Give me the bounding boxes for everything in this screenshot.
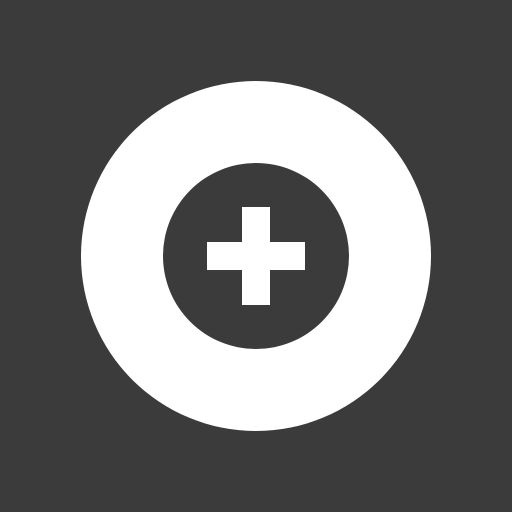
add-icon[interactable] — [0, 0, 512, 512]
app-icon-canvas — [0, 0, 512, 512]
plus-horizontal-bar — [207, 242, 305, 270]
